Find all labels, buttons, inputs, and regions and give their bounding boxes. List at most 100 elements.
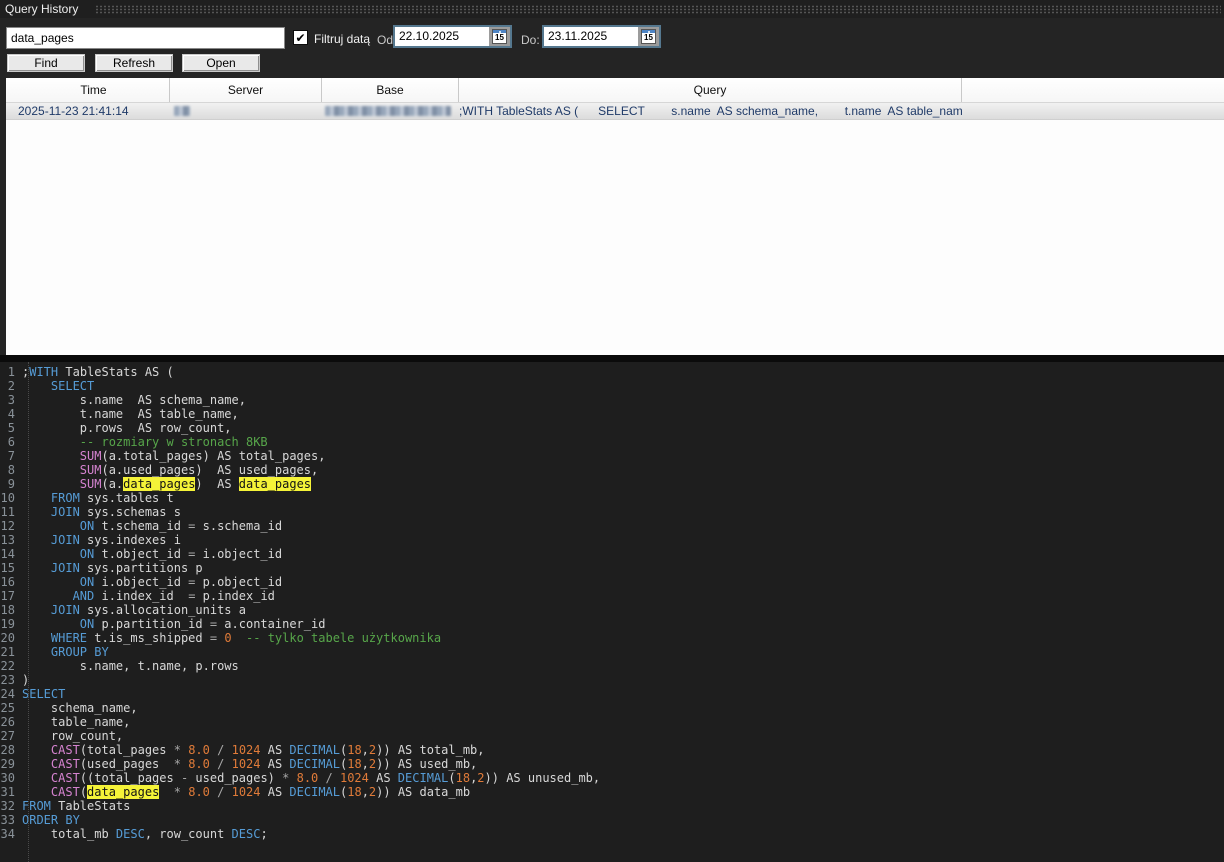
date-from-picker[interactable]: 22.10.2025 15 <box>393 25 512 48</box>
column-header-server[interactable]: Server <box>170 78 322 102</box>
line-number: 8 <box>7 463 15 477</box>
filter-date-checkbox[interactable]: ✔ <box>293 30 308 45</box>
row-server-cell <box>170 103 322 119</box>
column-header-base[interactable]: Base <box>322 78 459 102</box>
line-number: 21 <box>0 645 15 659</box>
row-query-cell: ;WITH TableStats AS ( SELECT s.name AS s… <box>459 104 962 118</box>
date-to-picker[interactable]: 23.11.2025 15 <box>542 25 661 48</box>
code-line: 2 SELECT <box>0 379 1224 393</box>
line-number: 2 <box>7 379 15 393</box>
code-line: 14 ON t.object_id = i.object_id <box>0 547 283 561</box>
filter-date-label: Filtruj datą <box>314 32 371 46</box>
panel-splitter[interactable] <box>0 355 1224 362</box>
code-line: 17 AND i.index_id = p.index_id <box>0 589 275 603</box>
line-number: 17 <box>0 589 15 603</box>
code-line: 19 ON p.partition_id = a.container_id <box>0 617 326 631</box>
calendar-icon: 15 <box>641 29 656 44</box>
code-line: 34 total_mb DESC, row_count DESC; <box>0 827 268 841</box>
code-line: 18 JOIN sys.allocation_units a <box>0 603 246 617</box>
line-number: 22 <box>0 659 15 673</box>
calendar-icon: 15 <box>492 29 507 44</box>
search-input[interactable] <box>6 27 285 49</box>
line-number: 29 <box>0 757 15 771</box>
code-line: 29 CAST(used_pages * 8.0 / 1024 AS DECIM… <box>0 757 478 771</box>
line-number: 3 <box>7 393 15 407</box>
code-line: 7 SUM(a.total_pages) AS total_pages, <box>0 449 1224 463</box>
code-line: 12 ON t.schema_id = s.schema_id <box>0 519 283 533</box>
row-time-cell: 2025-11-23 21:41:14 <box>18 104 129 118</box>
code-line: 23) <box>0 673 30 687</box>
redacted-base-blur <box>325 106 451 116</box>
line-number: 26 <box>0 715 15 729</box>
line-number: 15 <box>0 561 15 575</box>
code-line: 6 -- rozmiary w stronach 8KB <box>0 435 1224 449</box>
code-line: 31 CAST(data_pages * 8.0 / 1024 AS DECIM… <box>0 785 471 799</box>
line-number: 11 <box>0 505 15 519</box>
panel-title: Query History <box>5 2 79 16</box>
line-number: 31 <box>0 785 15 799</box>
line-number: 34 <box>0 827 15 841</box>
titlebar-grip-dots <box>95 5 1221 14</box>
code-line: 4 t.name AS table_name, <box>0 407 1224 421</box>
line-number: 1 <box>7 365 15 379</box>
code-line: 11 JOIN sys.schemas s <box>0 505 181 519</box>
line-number: 12 <box>0 519 15 533</box>
line-number: 7 <box>7 449 15 463</box>
open-button[interactable]: Open <box>182 54 260 72</box>
code-line: 30 CAST((total_pages - used_pages) * 8.0… <box>0 771 601 785</box>
find-button[interactable]: Find <box>7 54 85 72</box>
date-to-value[interactable]: 23.11.2025 <box>544 27 638 46</box>
line-number: 19 <box>0 617 15 631</box>
code-line: 1 ;WITH TableStats AS ( <box>0 365 1224 379</box>
code-line: 9 SUM(a.data_pages) AS data_pages <box>0 477 1224 491</box>
code-line: 20 WHERE t.is_ms_shipped = 0 -- tylko ta… <box>0 631 442 645</box>
code-line: 22 s.name, t.name, p.rows <box>0 659 239 673</box>
code-line: 21 GROUP BY <box>0 645 109 659</box>
code-line: 3 s.name AS schema_name, <box>0 393 1224 407</box>
date-to-label: Do: <box>521 33 540 47</box>
column-header-filler <box>962 78 1224 102</box>
line-number: 18 <box>0 603 15 617</box>
row-base-cell <box>322 103 459 119</box>
code-line: 10 FROM sys.tables t <box>0 491 174 505</box>
date-from-calendar-button[interactable]: 15 <box>489 27 510 46</box>
code-line: 25 schema_name, <box>0 701 138 715</box>
line-number: 27 <box>0 729 15 743</box>
panel-titlebar[interactable]: Query History <box>0 0 1224 18</box>
line-number: 30 <box>0 771 15 785</box>
history-row[interactable]: 2025-11-23 21:41:14 ;WITH TableStats AS … <box>6 103 1224 120</box>
line-number: 6 <box>7 435 15 449</box>
line-number: 24 <box>0 687 15 701</box>
column-header-query[interactable]: Query <box>459 78 962 102</box>
code-line: 27 row_count, <box>0 729 124 743</box>
column-header-time[interactable]: Time <box>6 78 170 102</box>
line-number: 25 <box>0 701 15 715</box>
code-line: 13 JOIN sys.indexes i <box>0 533 181 547</box>
line-number: 23 <box>0 673 15 687</box>
line-number: 13 <box>0 533 15 547</box>
code-line: 32 FROM TableStats <box>0 799 131 813</box>
code-lines: 1 ;WITH TableStats AS (2 SELECT 3 s.name A… <box>0 365 1224 841</box>
line-number: 14 <box>0 547 15 561</box>
date-to-calendar-button[interactable]: 15 <box>638 27 659 46</box>
line-number: 10 <box>0 491 15 505</box>
line-number: 33 <box>0 813 15 827</box>
code-line: 24 SELECT <box>0 687 66 701</box>
line-number: 32 <box>0 799 15 813</box>
history-table: Time Server Base Query 2025-11-23 21:41:… <box>0 78 1224 355</box>
line-number: 5 <box>7 421 15 435</box>
code-line: 26 table_name, <box>0 715 131 729</box>
line-number: 9 <box>7 477 15 491</box>
code-line: 28 CAST(total_pages * 8.0 / 1024 AS DECI… <box>0 743 485 757</box>
redacted-server-blur <box>174 106 190 116</box>
code-line: 15 JOIN sys.partitions p <box>0 561 203 575</box>
gutter-separator <box>28 362 29 862</box>
code-line: 33 ORDER BY <box>0 813 80 827</box>
date-from-value[interactable]: 22.10.2025 <box>395 27 489 46</box>
line-number: 16 <box>0 575 15 589</box>
row-filler-cell <box>962 103 1224 119</box>
code-line: 16 ON i.object_id = p.object_id <box>0 575 283 589</box>
checkmark-icon: ✔ <box>295 30 306 45</box>
sql-editor[interactable]: 1 ;WITH TableStats AS (2 SELECT 3 s.name A… <box>0 362 1224 862</box>
refresh-button[interactable]: Refresh <box>95 54 173 72</box>
